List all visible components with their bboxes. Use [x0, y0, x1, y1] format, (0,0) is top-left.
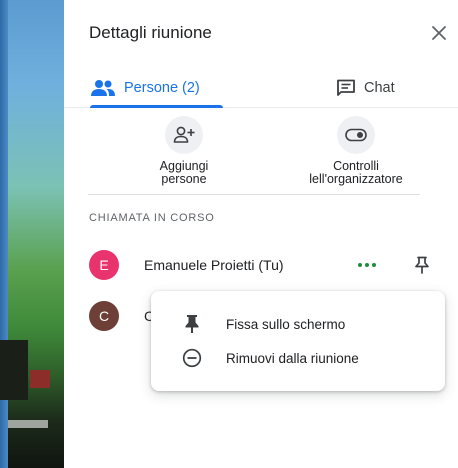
add-person-icon	[173, 126, 195, 143]
video-shape	[30, 370, 50, 388]
section-title: CHIAMATA IN CORSO	[89, 212, 215, 224]
more-dot	[358, 263, 362, 267]
pin-button[interactable]	[410, 253, 434, 277]
video-preview	[0, 0, 64, 468]
host-controls-circle	[337, 116, 375, 154]
close-icon	[432, 26, 446, 40]
add-people-label: Aggiungi persone	[159, 159, 209, 186]
more-dot	[372, 263, 376, 267]
pin-icon	[415, 256, 429, 274]
tab-people-label: Persone (2)	[124, 80, 200, 96]
more-dot	[365, 263, 369, 267]
tab-people[interactable]: Persone (2)	[90, 68, 200, 108]
avatar: E	[89, 250, 119, 280]
host-controls-button[interactable]: Controlli lell'organizzatore	[291, 116, 421, 186]
host-controls-label: Controlli lell'organizzatore	[309, 159, 403, 186]
active-tab-indicator	[90, 105, 223, 108]
tab-chat-label: Chat	[364, 80, 395, 96]
pin-to-screen-label: Fissa sullo schermo	[226, 316, 346, 332]
section-divider	[88, 194, 420, 195]
action-row: Aggiungi persone Controlli lell'organizz…	[64, 112, 458, 196]
remove-from-meeting-menu-item[interactable]: Rimuovi dalla riunione	[151, 341, 445, 375]
remove-from-meeting-label: Rimuovi dalla riunione	[226, 350, 359, 366]
add-people-button[interactable]: Aggiungi persone	[119, 116, 249, 186]
more-options-button[interactable]	[354, 253, 380, 277]
tab-bar: Persone (2) Chat	[64, 68, 458, 108]
meeting-details-panel: Dettagli riunione Persone (2) Chat Aggiu…	[64, 0, 458, 468]
panel-header: Dettagli riunione	[64, 0, 458, 68]
participant-row: E Emanuele Proietti (Tu)	[64, 244, 458, 288]
avatar: C	[89, 301, 119, 331]
add-people-circle	[165, 116, 203, 154]
people-icon	[91, 80, 115, 96]
close-button[interactable]	[428, 22, 450, 44]
tab-chat[interactable]: Chat	[336, 68, 395, 108]
remove-circle-icon	[181, 347, 203, 369]
pin-filled-icon	[181, 313, 203, 335]
toggle-icon	[345, 128, 367, 142]
pin-to-screen-menu-item[interactable]: Fissa sullo schermo	[151, 307, 445, 341]
participant-name: Emanuele Proietti (Tu)	[144, 257, 284, 273]
participant-context-menu: Fissa sullo schermo Rimuovi dalla riunio…	[151, 291, 445, 391]
chat-icon	[337, 79, 355, 96]
panel-title: Dettagli riunione	[89, 23, 212, 42]
video-shape	[0, 340, 28, 400]
video-shape	[8, 420, 48, 428]
